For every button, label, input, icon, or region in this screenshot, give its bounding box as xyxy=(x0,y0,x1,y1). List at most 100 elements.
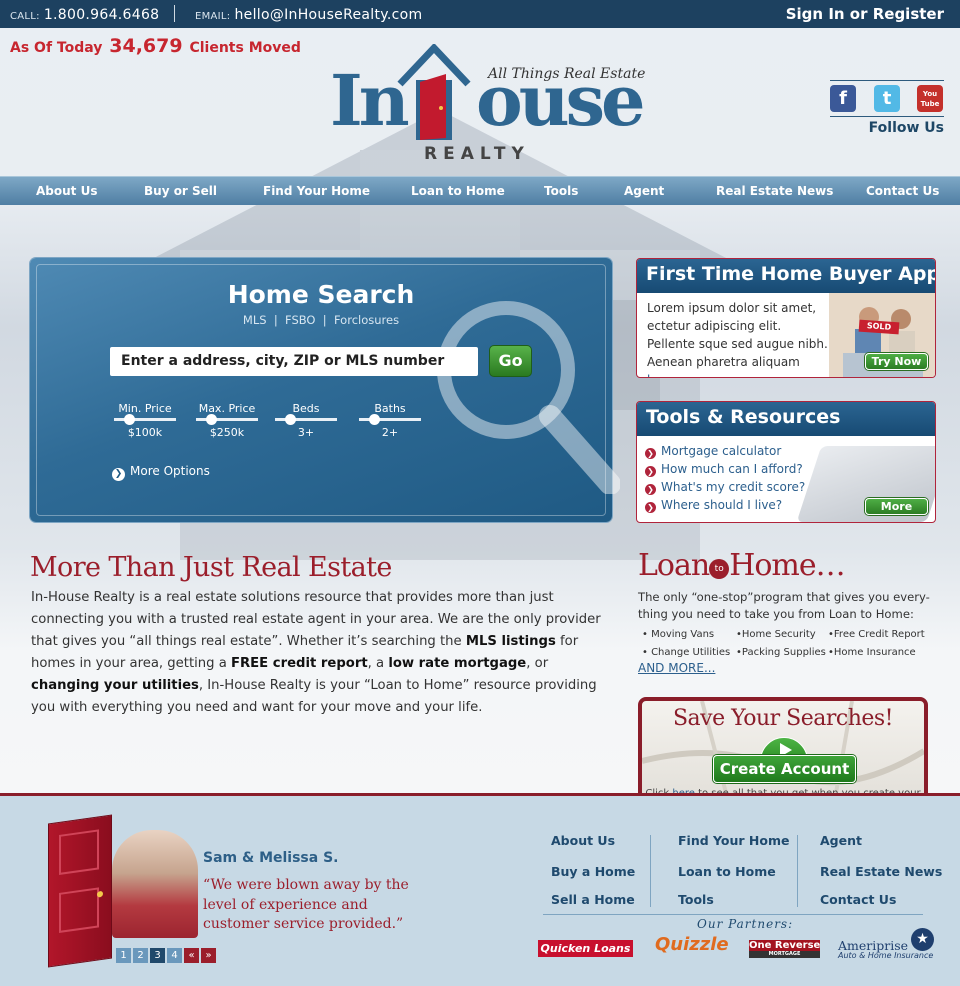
baths-slider[interactable]: Baths 2+ xyxy=(355,402,425,439)
one-reverse-logo[interactable]: One Reverse xyxy=(749,940,820,951)
facebook-icon[interactable]: f xyxy=(830,85,856,112)
prev-arrow-icon[interactable]: « xyxy=(184,948,199,963)
panel-title: First Time Home Buyer App xyxy=(637,259,935,293)
service-label: Free Credit Report xyxy=(833,629,925,640)
min-price-slider[interactable]: Min. Price $100k xyxy=(110,402,180,439)
divider xyxy=(174,5,175,22)
one-reverse-subtitle: MORTGAGE xyxy=(749,951,820,958)
list-item: • Packing Supplies xyxy=(736,644,826,662)
phone-number[interactable]: 1.800.964.6468 xyxy=(44,7,160,23)
slider-track[interactable] xyxy=(114,414,176,425)
testimonial-pager: 1 2 3 4 «» xyxy=(116,943,218,963)
nav-agent[interactable]: Agent xyxy=(624,184,664,198)
heading-part: Home… xyxy=(729,548,845,583)
page-2-button[interactable]: 2 xyxy=(133,948,148,963)
tool-label: Mortgage calculator xyxy=(661,444,782,458)
slider-track[interactable] xyxy=(275,414,337,425)
heading-part: Loan xyxy=(638,548,710,583)
footer-link-loan-to-home[interactable]: Loan to Home xyxy=(678,864,776,879)
footer-link-sell-a-home[interactable]: Sell a Home xyxy=(551,892,635,907)
chevron-right-icon: ❯ xyxy=(645,484,656,495)
testimonial-quote: “We were blown away by the level of expe… xyxy=(203,877,409,932)
phone-contact[interactable]: CALL: 1.800.964.6468 xyxy=(10,7,159,23)
slider-handle[interactable] xyxy=(285,414,296,425)
footer-link-buy-a-home[interactable]: Buy a Home xyxy=(551,864,635,879)
nav-real-estate-news[interactable]: Real Estate News xyxy=(716,184,833,198)
max-price-slider[interactable]: Max. Price $250k xyxy=(192,402,262,439)
try-now-button[interactable]: Try Now xyxy=(865,353,928,370)
slider-track[interactable] xyxy=(196,414,258,425)
beds-slider[interactable]: Beds 3+ xyxy=(271,402,341,439)
footer-link-contact-us[interactable]: Contact Us xyxy=(820,892,896,907)
next-arrow-icon[interactable]: » xyxy=(201,948,216,963)
slider-label: Beds xyxy=(292,402,320,415)
search-type-links[interactable]: MLS | FSBO | Forclosures xyxy=(30,313,612,327)
door-panel xyxy=(59,829,99,875)
email-address[interactable]: hello@InHouseRealty.com xyxy=(234,7,422,23)
divider xyxy=(650,835,651,907)
nav-find-your-home[interactable]: Find Your Home xyxy=(263,184,370,198)
nav-about-us[interactable]: About Us xyxy=(36,184,97,198)
search-input[interactable]: Enter a address, city, ZIP or MLS number xyxy=(110,347,478,376)
ameriprise-subtitle: Auto & Home Insurance xyxy=(838,951,934,960)
divider xyxy=(830,116,944,117)
and-more-link[interactable]: AND MORE... xyxy=(638,661,715,675)
list-item: • Home Insurance xyxy=(828,644,916,662)
slider-label: Baths xyxy=(374,402,406,415)
tools-list-item[interactable]: ❯ Where should I live? xyxy=(645,498,805,516)
tools-list-item[interactable]: ❯ How much can I afford? xyxy=(645,462,805,480)
nav-buy-or-sell[interactable]: Buy or Sell xyxy=(144,184,217,198)
page-3-button[interactable]: 3 xyxy=(150,948,165,963)
sign-in-register-link[interactable]: Sign In or Register xyxy=(786,5,944,23)
footer-link-tools[interactable]: Tools xyxy=(678,892,714,907)
more-tools-button[interactable]: More xyxy=(865,498,928,515)
go-button[interactable]: Go xyxy=(489,345,532,377)
footer-link-about-us[interactable]: About Us xyxy=(551,833,615,848)
list-item: • Moving Vans xyxy=(642,626,714,644)
page-4-button[interactable]: 4 xyxy=(167,948,182,963)
tools-list-item[interactable]: ❯ What's my credit score? xyxy=(645,480,805,498)
top-contact-bar: CALL: 1.800.964.6468 EMAIL: hello@InHouseR… xyxy=(0,0,960,28)
app-text: Lorem ipsum dolor sit amet, ectetur adip… xyxy=(647,301,828,369)
inhouse-realty-logo[interactable]: In ouse All Things Real Estate REALTY xyxy=(330,44,646,166)
email-contact[interactable]: EMAIL: hello@InHouseRealty.com xyxy=(195,7,422,23)
tool-label: What's my credit score? xyxy=(661,480,806,494)
youtube-icon[interactable]: You Tube xyxy=(917,85,943,112)
slider-handle[interactable] xyxy=(124,414,135,425)
to-badge: to xyxy=(709,559,730,579)
footer-link-real-estate-news[interactable]: Real Estate News xyxy=(820,864,942,879)
door-knob xyxy=(97,890,103,898)
page-1-button[interactable]: 1 xyxy=(116,948,131,963)
quizzle-logo[interactable]: Quizzle xyxy=(655,936,729,954)
nav-loan-to-home[interactable]: Loan to Home xyxy=(411,184,505,198)
home-search-title: Home Search xyxy=(227,280,415,309)
service-label: Home Insurance xyxy=(833,647,916,658)
nav-tools[interactable]: Tools xyxy=(544,184,578,198)
first-time-buyer-app-panel: First Time Home Buyer App SOLD Lorem ips… xyxy=(636,258,936,378)
service-label: Moving Vans xyxy=(651,629,715,640)
home-search-panel: Home Search MLS | FSBO | Forclosures Ent… xyxy=(30,258,620,522)
slider-handle[interactable] xyxy=(206,414,217,425)
footer-link-find-your-home[interactable]: Find Your Home xyxy=(678,833,789,848)
loan-description: The only “one-stop”program that gives yo… xyxy=(638,590,930,621)
chevron-right-icon: ❯ xyxy=(112,468,125,481)
tools-list-item[interactable]: ❯ Mortgage calculator xyxy=(645,444,805,462)
clients-moved-counter: As Of Today 34,679 Clients Moved xyxy=(10,35,301,57)
chevron-right-icon: ❯ xyxy=(645,466,656,477)
bold-text: MLS listings xyxy=(465,634,556,649)
divider xyxy=(543,914,923,915)
partners-label: Our Partners: xyxy=(697,917,794,931)
quicken-loans-logo[interactable]: Quicken Loans xyxy=(538,940,633,957)
slider-label: Max. Price xyxy=(198,402,256,415)
counter-number: 34,679 xyxy=(109,35,183,57)
create-account-button[interactable]: Create Account xyxy=(713,755,856,783)
app-here-link[interactable]: here xyxy=(647,373,674,377)
slider-handle[interactable] xyxy=(369,414,380,425)
more-options-link[interactable]: ❯ More Options xyxy=(112,464,210,481)
ameriprise-star-icon: ★ xyxy=(911,928,934,951)
footer-link-agent[interactable]: Agent xyxy=(820,833,862,848)
nav-contact-us[interactable]: Contact Us xyxy=(866,184,939,198)
slider-track[interactable] xyxy=(359,414,421,425)
twitter-icon[interactable]: t xyxy=(874,85,900,112)
text: , a xyxy=(367,656,389,671)
